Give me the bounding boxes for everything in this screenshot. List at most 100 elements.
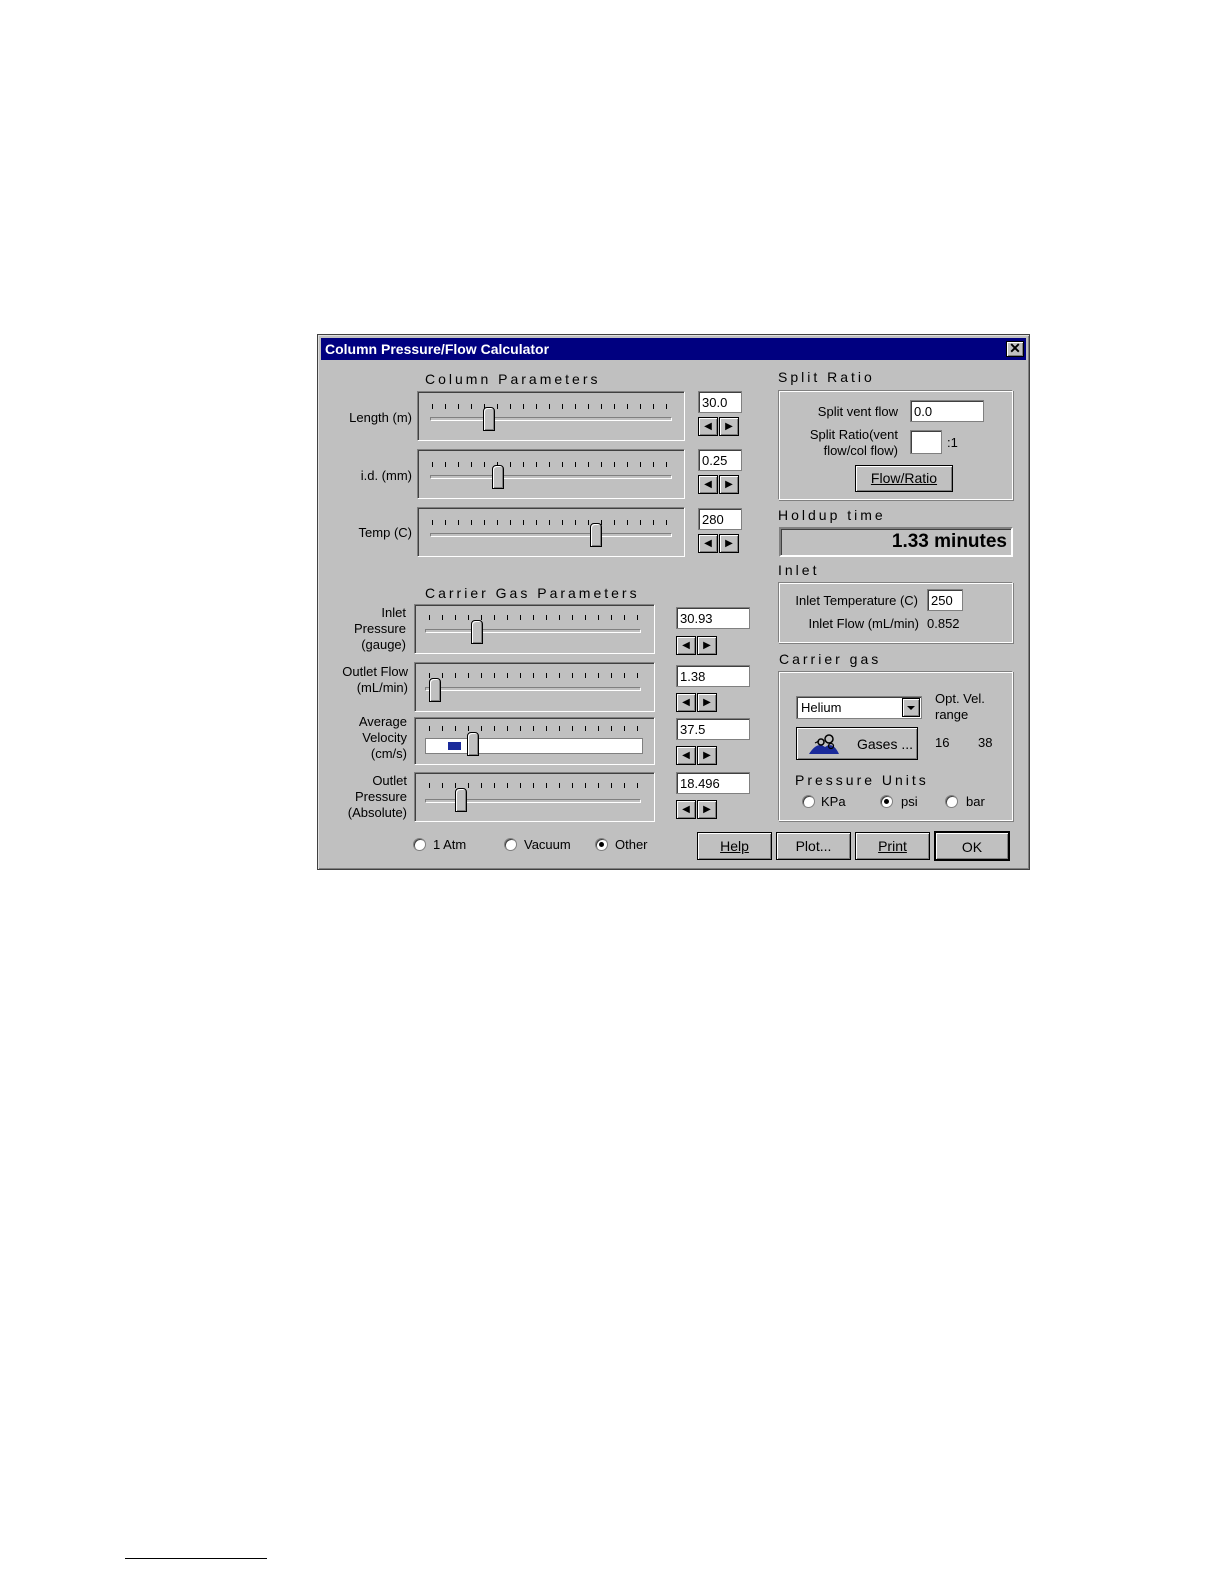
outlet-flow-label: Outlet Flow (mL/min) [328,664,408,696]
optimal-velocity-range-bar [425,738,643,754]
close-button[interactable]: ✕ [1006,341,1024,357]
plot-button[interactable]: Plot... [776,832,851,860]
calculator-dialog: Column Pressure/Flow Calculator ✕ Column… [317,334,1030,870]
outlet-pressure-thumb[interactable] [454,788,467,812]
close-icon: ✕ [1009,340,1021,356]
gas-select-value: Helium [801,700,842,715]
split-vent-flow-label: Split vent flow [817,404,898,419]
inlet-pressure-input[interactable] [676,607,750,629]
outlet-flow-slider[interactable] [414,662,655,712]
id-slider[interactable] [417,449,685,499]
id-spinner[interactable]: ◀ ▶ [698,475,742,495]
decrease-arrow-icon[interactable]: ◀ [676,693,696,712]
increase-arrow-icon[interactable]: ▶ [697,636,717,655]
plot-button-label: Plot... [795,838,832,854]
decrease-arrow-icon[interactable]: ◀ [698,475,718,494]
id-input[interactable] [698,449,742,471]
gas-cylinder-icon [809,734,839,754]
increase-arrow-icon[interactable]: ▶ [719,475,739,494]
average-velocity-thumb[interactable] [467,732,480,756]
holdup-time-title: Holdup time [778,507,886,523]
help-button-label: Help [720,838,749,854]
footnote-rule [125,1558,267,1559]
radio-1-atm[interactable] [413,838,426,851]
radio-kpa-label: KPa [821,794,846,809]
length-slider[interactable] [417,391,685,441]
radio-other[interactable] [595,838,608,851]
holdup-time-value: 1.33 minutes [779,527,1013,557]
temp-label: Temp (C) [358,525,412,540]
average-velocity-input[interactable] [676,718,750,740]
inlet-pressure-label: Inlet Pressure (gauge) [328,605,406,653]
length-ticks [432,404,672,409]
outlet-pressure-slider[interactable] [414,772,655,822]
print-button[interactable]: Print [855,832,930,860]
decrease-arrow-icon[interactable]: ◀ [698,534,718,553]
split-ratio-label-line: Split Ratio(vent [809,427,898,442]
temp-ticks [432,520,672,525]
help-button[interactable]: Help [697,832,772,860]
average-velocity-label-line: (cm/s) [370,746,407,761]
decrease-arrow-icon[interactable]: ◀ [676,746,696,765]
length-label: Length (m) [349,410,412,425]
temp-spinner[interactable]: ◀ ▶ [698,534,742,554]
outlet-pressure-spinner[interactable]: ◀ ▶ [676,800,720,820]
print-button-label: Print [878,838,907,854]
chevron-down-icon[interactable] [902,698,920,717]
split-ratio-suffix: :1 [947,435,958,450]
flow-ratio-button-label: Flow/Ratio [870,470,938,486]
length-track [430,417,672,421]
temp-slider[interactable] [417,507,685,557]
radio-psi-label: psi [901,794,918,809]
increase-arrow-icon[interactable]: ▶ [697,746,717,765]
radio-1-atm-label: 1 Atm [433,837,467,852]
increase-arrow-icon[interactable]: ▶ [719,534,739,553]
average-velocity-label-line: Average [358,714,407,729]
inlet-pressure-label-line: Pressure [353,621,406,636]
opt-vel-high: 38 [978,735,993,750]
split-vent-flow-input[interactable] [910,400,984,422]
radio-psi[interactable] [880,795,893,808]
temp-thumb[interactable] [589,523,602,547]
decrease-arrow-icon[interactable]: ◀ [676,800,696,819]
flow-ratio-button[interactable]: Flow/Ratio [855,465,953,492]
decrease-arrow-icon[interactable]: ◀ [698,417,718,436]
outlet-flow-input[interactable] [676,665,750,687]
carrier-gas-parameters-title: Carrier Gas Parameters [425,585,640,601]
average-velocity-label: Average Velocity (cm/s) [328,714,407,762]
increase-arrow-icon[interactable]: ▶ [697,800,717,819]
inlet-pressure-ticks [429,615,641,620]
inlet-title: Inlet [778,562,820,578]
inlet-pressure-spinner[interactable]: ◀ ▶ [676,636,720,656]
outlet-pressure-input[interactable] [676,772,750,794]
average-velocity-spinner[interactable]: ◀ ▶ [676,746,720,766]
split-ratio-input[interactable] [910,430,942,454]
outlet-flow-thumb[interactable] [429,678,442,702]
decrease-arrow-icon[interactable]: ◀ [676,636,696,655]
radio-kpa[interactable] [802,795,815,808]
outlet-flow-ticks [429,673,641,678]
inlet-flow-label: Inlet Flow (mL/min) [808,616,919,631]
outlet-flow-spinner[interactable]: ◀ ▶ [676,693,720,713]
id-thumb[interactable] [492,465,505,489]
radio-bar[interactable] [945,795,958,808]
split-ratio-label-line: flow/col flow) [823,443,898,458]
average-velocity-slider[interactable] [414,717,655,765]
temp-input[interactable] [698,508,742,530]
ok-button[interactable]: OK [934,831,1010,861]
increase-arrow-icon[interactable]: ▶ [719,417,739,436]
radio-vacuum[interactable] [504,838,517,851]
gases-button[interactable]: Gases ... [796,727,918,760]
inlet-temperature-label: Inlet Temperature (C) [795,593,918,608]
length-input[interactable] [698,391,742,413]
gas-select[interactable]: Helium [796,696,922,719]
optimal-velocity-marker [448,742,461,750]
inlet-pressure-thumb[interactable] [471,620,484,644]
inlet-pressure-slider[interactable] [414,604,655,654]
length-spinner[interactable]: ◀ ▶ [698,417,742,437]
length-thumb[interactable] [482,407,495,431]
pressure-units-title: Pressure Units [795,772,929,788]
increase-arrow-icon[interactable]: ▶ [697,693,717,712]
column-parameters-title: Column Parameters [425,371,601,387]
inlet-temperature-input[interactable] [927,589,963,611]
